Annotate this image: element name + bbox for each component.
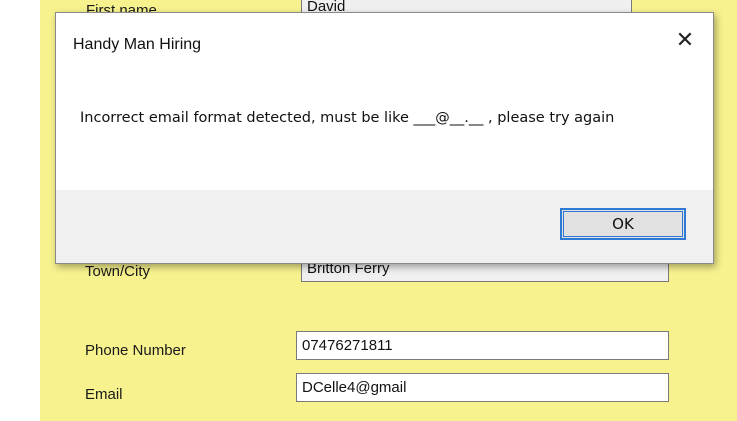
phone-number-field[interactable] xyxy=(296,331,669,360)
ok-button[interactable]: OK xyxy=(560,208,686,240)
dialog-message: Incorrect email format detected, must be… xyxy=(80,110,615,126)
dialog-title: Handy Man Hiring xyxy=(73,36,202,53)
dialog-footer: OK xyxy=(56,190,713,263)
email-label: Email xyxy=(85,386,123,403)
error-dialog: Handy Man Hiring ✕ Incorrect email forma… xyxy=(55,12,714,264)
town-city-label: Town/City xyxy=(85,263,151,280)
close-icon[interactable]: ✕ xyxy=(673,29,697,53)
phone-number-label: Phone Number xyxy=(85,342,186,359)
email-field[interactable] xyxy=(296,373,669,402)
